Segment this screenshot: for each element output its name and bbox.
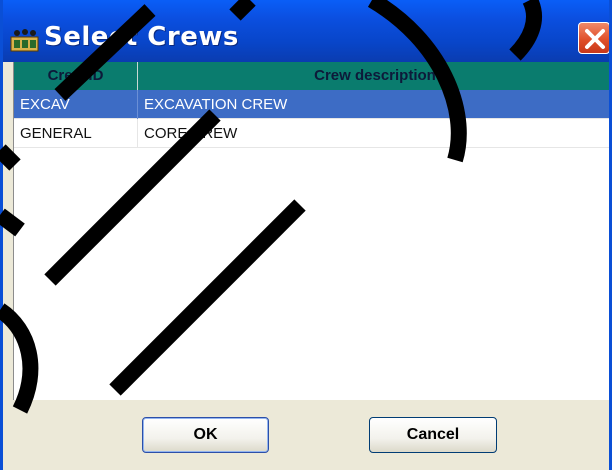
crew-app-icon — [10, 27, 40, 53]
select-crews-dialog: Select Crews Crew ID Crew description EX… — [0, 0, 612, 470]
crew-description-cell: EXCAVATION CREW — [144, 96, 288, 113]
crew-id-cell: GENERAL — [14, 119, 138, 148]
table-row[interactable]: EXCAV EXCAVATION CREW — [14, 90, 609, 119]
cancel-button[interactable]: Cancel — [369, 417, 497, 453]
crew-id-cell: EXCAV — [14, 90, 138, 119]
crew-description-cell: CORE CREW — [144, 125, 238, 142]
title-bar[interactable]: Select Crews — [3, 0, 609, 62]
column-header-crew-description[interactable]: Crew description — [138, 62, 609, 90]
ok-button[interactable]: OK — [142, 417, 269, 453]
close-button[interactable] — [578, 22, 609, 54]
table-header: Crew ID Crew description — [14, 62, 609, 90]
table-row[interactable]: GENERAL CORE CREW — [14, 119, 609, 148]
column-header-crew-id[interactable]: Crew ID — [14, 62, 138, 90]
window-title: Select Crews — [44, 22, 239, 52]
crews-table: Crew ID Crew description EXCAV EXCAVATIO… — [13, 62, 609, 400]
close-icon — [585, 29, 605, 49]
